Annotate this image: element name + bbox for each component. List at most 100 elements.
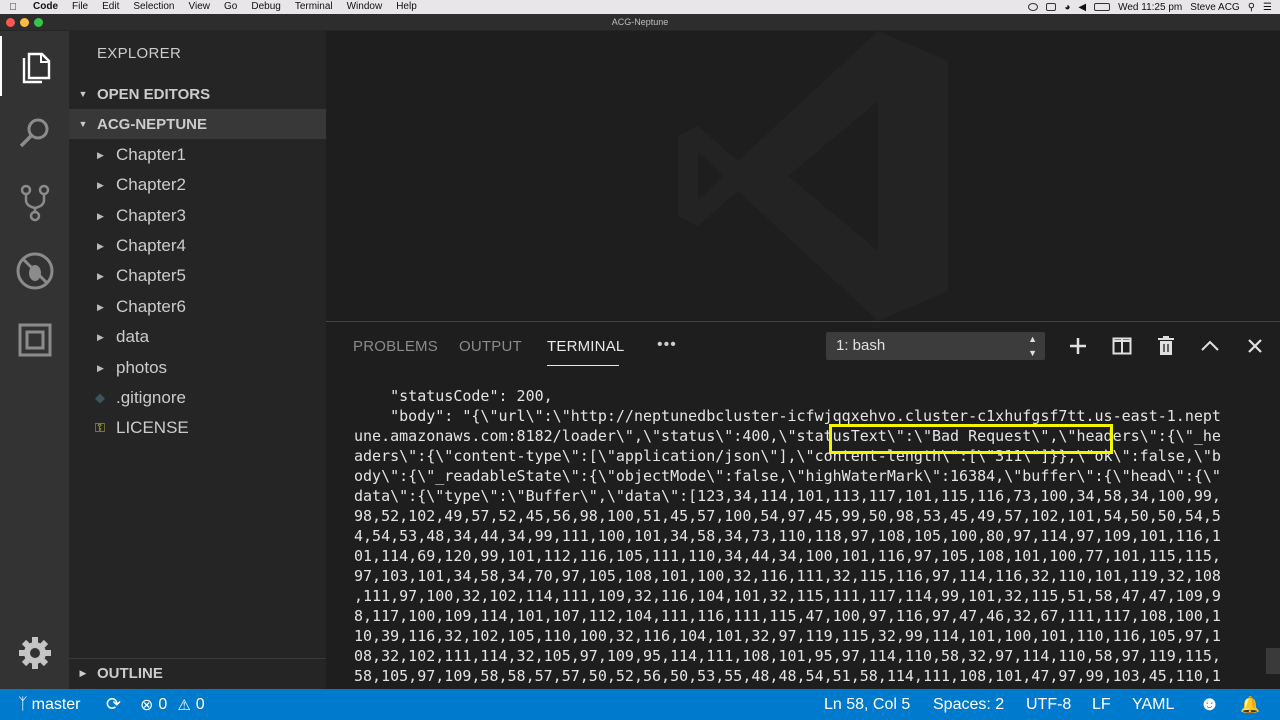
trash-icon xyxy=(1158,336,1174,355)
vscode-watermark-icon xyxy=(678,31,948,321)
menu-help[interactable]: Help xyxy=(389,0,424,14)
tree-item-label: Chapter4 xyxy=(116,236,186,255)
chevron-right-icon: ▶ xyxy=(97,331,104,342)
tree-folder-photos[interactable]: ▶ photos xyxy=(69,353,326,383)
tree-folder-chapter4[interactable]: ▶ Chapter4 xyxy=(69,231,326,261)
sync-button[interactable]: ⟳ xyxy=(106,689,121,720)
wifi-icon[interactable]: ◕ xyxy=(1064,2,1070,13)
indentation-status[interactable]: Spaces: 2 xyxy=(933,689,1004,720)
screen-record-icon[interactable] xyxy=(1046,3,1057,11)
tree-item-label: data xyxy=(116,327,150,346)
project-label: ACG-NEPTUNE xyxy=(97,115,208,133)
eol-status[interactable]: LF xyxy=(1092,689,1111,720)
menu-terminal[interactable]: Terminal xyxy=(288,0,340,14)
terminal-line: 08,32,102,111,114,32,105,97,109,95,114,1… xyxy=(354,647,1221,665)
menu-selection[interactable]: Selection xyxy=(126,0,181,14)
terminal-scrollbar[interactable] xyxy=(1266,648,1280,674)
problems-status[interactable]: ⊗ 0 ⚠ 0 xyxy=(140,689,205,720)
git-branch-icon: ᛉ xyxy=(18,695,28,713)
apple-icon[interactable]:  xyxy=(0,2,26,13)
chevron-right-icon: ▶ xyxy=(97,149,104,160)
editor-area[interactable] xyxy=(326,31,1280,321)
outline-section[interactable]: ▶ OUTLINE xyxy=(69,658,326,688)
maximize-panel-button[interactable] xyxy=(1198,334,1222,358)
activity-bar xyxy=(0,31,69,689)
close-window-button[interactable] xyxy=(6,18,15,27)
tree-file-license[interactable]: ⚿ LICENSE xyxy=(69,413,326,443)
tree-folder-chapter5[interactable]: ▶ Chapter5 xyxy=(69,261,326,291)
tree-folder-chapter1[interactable]: ▶ Chapter1 xyxy=(69,140,326,170)
debug-activity[interactable] xyxy=(0,241,69,301)
open-editors-label: OPEN EDITORS xyxy=(97,85,211,103)
tree-folder-chapter3[interactable]: ▶ Chapter3 xyxy=(69,201,326,231)
menu-window[interactable]: Window xyxy=(340,0,390,14)
chevron-down-icon: ▼ xyxy=(78,119,88,129)
kill-terminal-button[interactable] xyxy=(1154,334,1178,358)
cursor-position[interactable]: Ln 58, Col 5 xyxy=(824,689,910,720)
error-count: 0 xyxy=(158,695,168,713)
warning-count: 0 xyxy=(195,695,205,713)
menu-view[interactable]: View xyxy=(182,0,218,14)
terminal-output[interactable]: "statusCode": 200, "body": "{\"url\":\"h… xyxy=(354,386,1254,690)
close-icon xyxy=(1248,339,1262,353)
select-arrows-icon: ▲ ▼ xyxy=(1028,334,1037,358)
terminal-line: 58,105,97,109,58,58,57,57,50,52,56,50,53… xyxy=(354,667,1221,685)
source-control-activity[interactable] xyxy=(0,172,69,232)
volume-icon[interactable]: ◀ xyxy=(1078,2,1086,13)
project-section[interactable]: ▼ ACG-NEPTUNE xyxy=(69,109,326,139)
tab-output[interactable]: OUTPUT xyxy=(459,338,522,355)
window-titlebar: ACG-Neptune xyxy=(0,14,1280,31)
chevron-down-icon: ▼ xyxy=(78,89,88,99)
menu-app-name[interactable]: Code xyxy=(26,0,65,14)
tab-terminal[interactable]: TERMINAL xyxy=(547,338,624,355)
tab-problems[interactable]: PROBLEMS xyxy=(353,338,438,355)
macos-menubar:  Code File Edit Selection View Go Debug… xyxy=(0,0,1280,14)
menu-edit[interactable]: Edit xyxy=(95,0,126,14)
status-text-highlight xyxy=(829,424,1113,454)
files-icon xyxy=(22,52,50,84)
window-title: ACG-Neptune xyxy=(611,17,669,27)
search-activity[interactable] xyxy=(0,103,69,163)
battery-icon[interactable] xyxy=(1094,3,1111,11)
git-diamond-icon: ◆ xyxy=(95,390,105,405)
chevron-right-icon: ▶ xyxy=(97,362,104,373)
smiley-icon: ☻ xyxy=(1199,693,1221,715)
encoding-status[interactable]: UTF-8 xyxy=(1026,689,1071,720)
status-menu-icon[interactable] xyxy=(1028,3,1039,11)
new-terminal-button[interactable] xyxy=(1066,334,1090,358)
outline-label: OUTLINE xyxy=(97,665,163,682)
zoom-window-button[interactable] xyxy=(34,18,43,27)
explorer-activity[interactable] xyxy=(0,36,69,96)
menu-file[interactable]: File xyxy=(65,0,95,14)
tree-item-label: photos xyxy=(116,358,168,377)
active-tab-indicator xyxy=(547,365,619,366)
menu-debug[interactable]: Debug xyxy=(244,0,287,14)
minimize-window-button[interactable] xyxy=(20,18,29,27)
split-terminal-button[interactable] xyxy=(1110,334,1134,358)
open-editors-section[interactable]: ▼ OPEN EDITORS xyxy=(69,79,326,109)
close-panel-button[interactable] xyxy=(1243,334,1267,358)
split-icon xyxy=(1112,337,1132,355)
terminal-select[interactable]: 1: bash ▲ ▼ xyxy=(826,332,1045,360)
feedback-button[interactable]: ☻ xyxy=(1199,689,1220,720)
tree-folder-data[interactable]: ▶ data xyxy=(69,322,326,352)
menubar-user[interactable]: Steve ACG xyxy=(1190,2,1239,13)
chevron-right-icon: ▶ xyxy=(97,240,104,251)
spotlight-search-icon[interactable]: ⚲ xyxy=(1248,2,1255,13)
error-icon: ⊗ xyxy=(140,696,154,714)
terminal-line: une.amazonaws.com:8182/loader\",\"status… xyxy=(354,427,1221,445)
menubar-clock[interactable]: Wed 11:25 pm xyxy=(1118,2,1182,13)
terminal-line: 8,117,100,109,114,101,107,112,104,111,11… xyxy=(354,607,1221,625)
branch-status[interactable]: ᛉ master xyxy=(18,689,81,720)
tree-file-gitignore[interactable]: ◆ .gitignore xyxy=(69,383,326,413)
menu-go[interactable]: Go xyxy=(217,0,244,14)
tree-folder-chapter2[interactable]: ▶ Chapter2 xyxy=(69,170,326,200)
more-actions-icon[interactable]: ••• xyxy=(657,336,677,354)
manage-activity[interactable] xyxy=(0,623,69,683)
tree-folder-chapter6[interactable]: ▶ Chapter6 xyxy=(69,292,326,322)
extensions-activity[interactable] xyxy=(0,310,69,370)
language-mode-status[interactable]: YAML xyxy=(1132,689,1174,720)
notification-center-icon[interactable]: ☰ xyxy=(1263,2,1272,13)
notifications-button[interactable]: 🔔 xyxy=(1240,689,1260,720)
gear-icon xyxy=(18,637,51,669)
